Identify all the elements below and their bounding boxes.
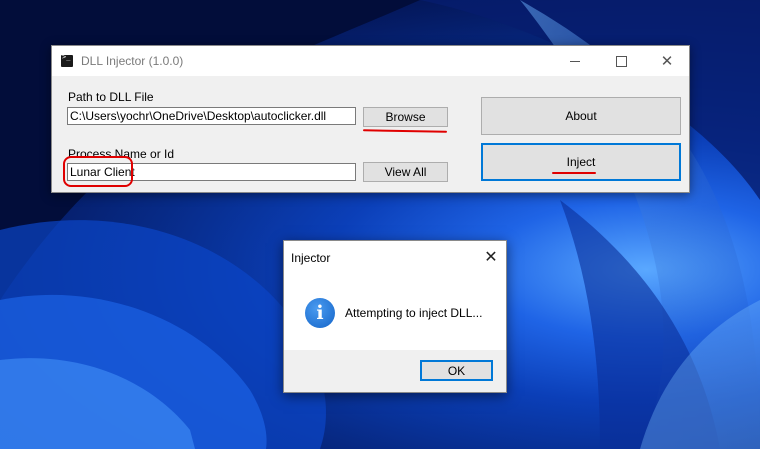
dialog-footer: OK xyxy=(284,350,506,392)
console-icon xyxy=(61,53,73,67)
inject-button[interactable]: Inject xyxy=(481,143,681,181)
injector-dialog: Injector ✕ i Attempting to inject DLL...… xyxy=(283,240,507,393)
path-label: Path to DLL File xyxy=(68,90,154,104)
close-icon: ✕ xyxy=(660,52,674,70)
dialog-message: Attempting to inject DLL... xyxy=(345,306,483,320)
annotation-underline-inject xyxy=(552,172,596,174)
view-all-button[interactable]: View All xyxy=(363,162,448,182)
annotation-circle-process xyxy=(63,156,133,187)
annotation-underline-browse xyxy=(362,129,448,133)
about-button[interactable]: About xyxy=(481,97,681,135)
browse-button[interactable]: Browse xyxy=(363,107,448,127)
dialog-title: Injector xyxy=(291,251,331,265)
dll-path-input[interactable]: C:\Users\yochr\OneDrive\Desktop\autoclic… xyxy=(67,107,356,125)
window-title: DLL Injector (1.0.0) xyxy=(81,54,184,68)
ok-button[interactable]: OK xyxy=(420,360,493,381)
maximize-button[interactable] xyxy=(598,46,644,76)
maximize-icon xyxy=(615,55,627,67)
minimize-button[interactable] xyxy=(552,46,598,76)
info-icon: i xyxy=(305,298,335,328)
close-icon: ✕ xyxy=(484,246,498,266)
close-button[interactable]: ✕ xyxy=(644,46,690,76)
title-bar[interactable]: DLL Injector (1.0.0) ✕ xyxy=(52,46,689,76)
minimize-icon xyxy=(570,60,580,62)
dll-injector-window: DLL Injector (1.0.0) ✕ Path to DLL File … xyxy=(51,45,690,193)
dialog-close-button[interactable]: ✕ xyxy=(480,245,502,267)
